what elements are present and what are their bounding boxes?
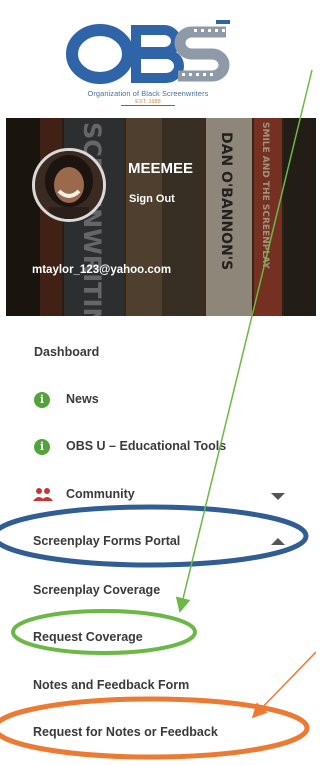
nav-screenplay-forms-portal[interactable]: Screenplay Forms Portal [0,528,316,558]
nav-screenplay-coverage[interactable]: Screenplay Coverage [0,577,316,607]
user-email: mtaylor_123@yahoo.com [32,264,172,276]
nav-label: Screenplay Forms Portal [33,534,181,548]
nav-label: Notes and Feedback Form [33,678,190,692]
avatar-photo [35,151,103,219]
obs-logo-mark [66,20,230,84]
nav-label: OBS U – Educational Tools [66,439,227,453]
info-icon: i [34,392,50,408]
nav-community[interactable]: Community [0,481,316,511]
nav-label: Dashboard [34,345,100,359]
logo-area: Organization of Black Screenwriters EST.… [0,0,316,118]
avatar[interactable] [32,148,106,222]
nav-news[interactable]: i News [0,386,316,416]
nav-label: Community [66,487,135,501]
sign-out-link[interactable]: Sign Out [129,193,175,205]
nav-label: Screenplay Coverage [33,583,161,597]
chevron-up-icon[interactable] [271,538,285,545]
chevron-down-icon[interactable] [271,493,285,500]
nav-label: Request Coverage [33,630,143,644]
username: MEEMEE [128,160,194,177]
established-text: EST. 1988 [66,99,230,106]
profile-banner: SCREENWRITING DAN O'BANNON'S SMILE AND T… [6,118,316,316]
nav-obs-u[interactable]: i OBS U – Educational Tools [0,433,316,463]
nav-notes-feedback-form[interactable]: Notes and Feedback Form [0,672,316,702]
nav-label: News [66,392,99,406]
nav-request-notes-feedback[interactable]: Request for Notes or Feedback [0,719,316,749]
nav-dashboard[interactable]: Dashboard [0,339,316,369]
org-name: Organization of Black Screenwriters [87,89,209,98]
info-icon: i [34,439,50,455]
nav-request-coverage[interactable]: Request Coverage [0,624,316,654]
obs-logo[interactable]: Organization of Black Screenwriters EST.… [66,20,230,112]
people-icon [33,488,53,501]
nav-label: Request for Notes or Feedback [33,725,218,739]
